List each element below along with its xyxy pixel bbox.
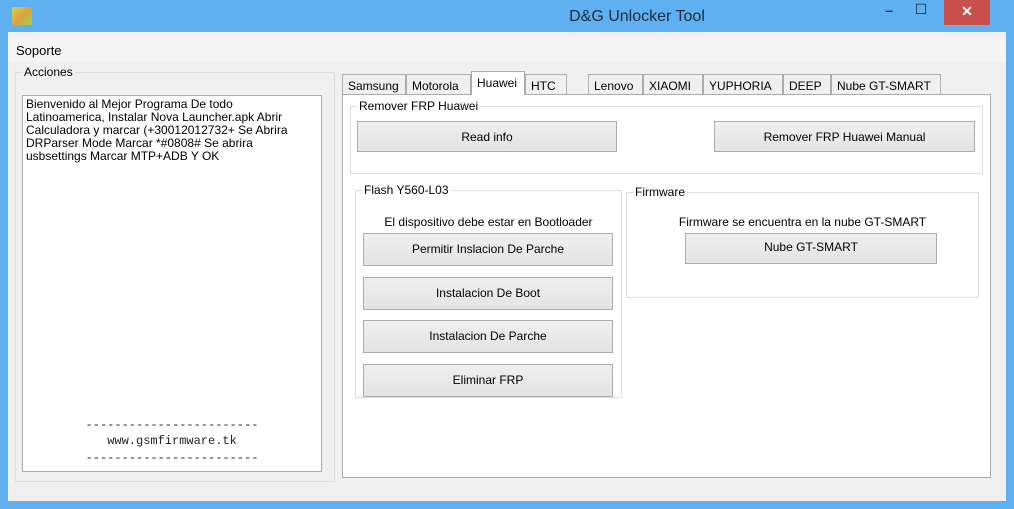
tab-samsung[interactable]: Samsung	[342, 74, 406, 95]
acciones-group: Acciones Bienvenido al Mejor Programa De…	[15, 65, 335, 482]
instalacion-boot-button[interactable]: Instalacion De Boot	[363, 277, 613, 310]
client-area: Soporte Acciones Bienvenido al Mejor Pro…	[8, 32, 1006, 501]
firmware-label: Firmware	[633, 185, 687, 199]
tab-huawei[interactable]: Huawei	[471, 71, 525, 95]
huawei-tab-panel: Remover FRP Huawei Read info Remover FRP…	[342, 94, 991, 478]
menu-bar: Soporte	[8, 38, 1006, 62]
remover-frp-manual-button[interactable]: Remover FRP Huawei Manual	[714, 121, 975, 152]
remover-frp-label: Remover FRP Huawei	[357, 99, 481, 113]
title-bar: D&G Unlocker Tool – ☐ ✕	[0, 0, 1014, 32]
read-info-button[interactable]: Read info	[357, 121, 617, 152]
permitir-instalacion-parche-button[interactable]: Permitir Inslacion De Parche	[363, 233, 613, 266]
acciones-textbox[interactable]: Bienvenido al Mejor Programa De todo Lat…	[22, 95, 322, 472]
bootloader-note: El dispositivo debe estar en Bootloader	[384, 215, 593, 229]
firmware-note: Firmware se encuentra en la nube GT-SMAR…	[678, 215, 927, 229]
flash-label: Flash Y560-L03	[362, 183, 451, 197]
tab-yuphoria[interactable]: YUPHORIA	[703, 74, 783, 95]
window-title: D&G Unlocker Tool	[569, 8, 705, 25]
maximize-button[interactable]: ☐	[908, 1, 934, 23]
nube-gt-smart-button[interactable]: Nube GT-SMART	[685, 233, 937, 264]
tab-nube-gt-smart[interactable]: Nube GT-SMART	[831, 74, 941, 95]
remover-frp-group: Remover FRP Huawei Read info Remover FRP…	[350, 99, 983, 174]
tab-control: Samsung Motorola Huawei HTC Lenovo XIAOM…	[342, 71, 992, 479]
acciones-label: Acciones	[22, 65, 75, 79]
tab-deep[interactable]: DEEP	[783, 74, 831, 95]
menu-soporte[interactable]: Soporte	[16, 43, 62, 58]
tab-lenovo[interactable]: Lenovo	[588, 74, 643, 95]
minimize-button[interactable]: –	[876, 2, 902, 24]
acciones-text: Bienvenido al Mejor Programa De todo Lat…	[26, 97, 288, 163]
flash-group: Flash Y560-L03 El dispositivo debe estar…	[355, 183, 622, 398]
firmware-group: Firmware Firmware se encuentra en la nub…	[626, 185, 979, 298]
close-button[interactable]: ✕	[944, 0, 990, 25]
dash-line-bottom: ------------------------	[85, 451, 259, 465]
tab-motorola[interactable]: Motorola	[406, 74, 471, 95]
tab-xiaomi[interactable]: XIAOMI	[643, 74, 703, 95]
site-link[interactable]: www.gsmfirmware.tk	[23, 434, 321, 448]
instalacion-parche-button[interactable]: Instalacion De Parche	[363, 320, 613, 353]
tab-htc[interactable]: HTC	[525, 74, 567, 95]
eliminar-frp-button[interactable]: Eliminar FRP	[363, 364, 613, 397]
dash-line-top: ------------------------	[85, 418, 259, 432]
